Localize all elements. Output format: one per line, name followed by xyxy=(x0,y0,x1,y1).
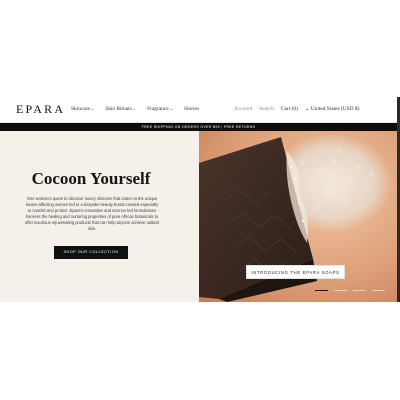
cart-link[interactable]: Cart (0) xyxy=(281,106,298,112)
promo-bar: FREE SHIPPING ON ORDERS OVER $99 | FREE … xyxy=(0,123,397,131)
hero-description: One woman's quest to discover luxury ski… xyxy=(25,196,159,232)
nav-item-skin-rituals[interactable]: Skin Rituals⌄ xyxy=(105,106,136,112)
nav-item-skincare[interactable]: Skincare⌄ xyxy=(71,106,94,112)
carousel-indicators xyxy=(315,290,385,292)
chevron-down-icon: ⌄ xyxy=(169,106,174,111)
carousel-dot-2[interactable] xyxy=(334,290,347,292)
utility-nav: Account Search Cart (0) ⌄ United States … xyxy=(234,106,359,112)
nav-item-fragrance[interactable]: Fragrance⌄ xyxy=(147,106,173,112)
site-header: EPARA Skincare⌄ Skin Rituals⌄ Fragrance⌄… xyxy=(0,97,397,123)
carousel-dot-1[interactable] xyxy=(315,290,328,292)
carousel-dot-4[interactable] xyxy=(372,290,385,292)
bottom-blank-area xyxy=(0,302,400,400)
search-link[interactable]: Search xyxy=(259,106,274,112)
chevron-down-icon: ⌄ xyxy=(90,106,95,111)
chevron-down-icon: ⌄ xyxy=(132,106,137,111)
hero-title: Cocoon Yourself xyxy=(31,169,151,188)
introducing-soaps-button[interactable]: INTRODUCING THE EPARA SOAPS xyxy=(246,265,345,279)
main-nav: Skincare⌄ Skin Rituals⌄ Fragrance⌄ Stori… xyxy=(71,106,199,112)
region-selector[interactable]: ⌄ United States (USD $) xyxy=(305,106,360,112)
shop-collection-button[interactable]: SHOP OUR COLLECTION xyxy=(54,246,128,259)
brand-logo[interactable]: EPARA xyxy=(16,102,65,117)
nav-item-stories[interactable]: Stories xyxy=(184,106,199,112)
account-link[interactable]: Account xyxy=(234,106,252,112)
top-blank-area xyxy=(0,0,400,97)
promo-text: FREE SHIPPING ON ORDERS OVER $99 | FREE … xyxy=(141,125,256,129)
carousel-dot-3[interactable] xyxy=(353,290,366,292)
